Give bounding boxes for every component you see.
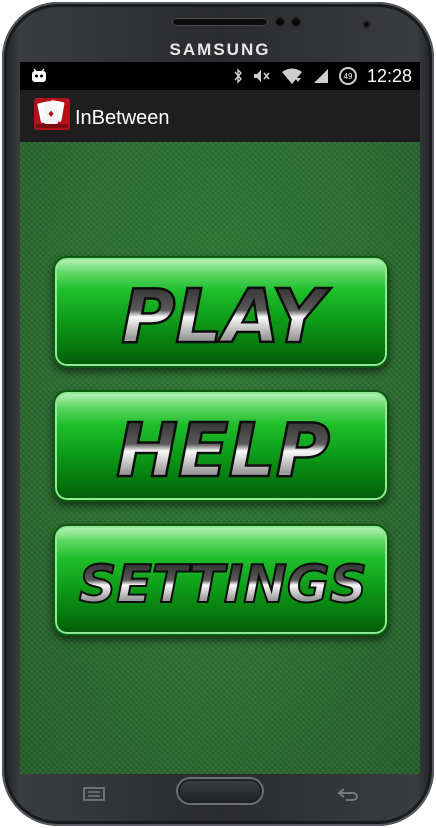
front-sensor	[290, 16, 302, 28]
status-clock: 12:28	[366, 65, 412, 86]
earpiece-speaker	[172, 18, 268, 26]
app-title: InBetween	[75, 107, 170, 129]
signal-icon	[313, 69, 328, 83]
front-sensor	[274, 16, 286, 28]
play-button-art: PLAY	[120, 273, 333, 362]
front-camera	[362, 20, 371, 29]
play-label: PLAY	[121, 274, 331, 360]
device-brand: SAMSUNG	[169, 40, 271, 59]
felt-background: PLAY HELP SETTINGS	[20, 142, 420, 774]
wifi-icon	[281, 68, 302, 84]
help-button-art: HELP	[115, 407, 331, 496]
help-button[interactable]: HELP	[53, 390, 389, 502]
status-bar: 49 12:28	[20, 62, 420, 90]
android-debug-icon	[32, 68, 46, 82]
back-arrow-icon[interactable]	[336, 786, 360, 802]
svg-text:♦: ♦	[47, 110, 55, 120]
settings-button[interactable]: SETTINGS	[53, 524, 389, 636]
mute-icon	[253, 70, 270, 82]
menu-key-icon[interactable]	[82, 786, 106, 802]
home-button[interactable]	[176, 777, 264, 805]
phone-frame: SAMSUNG 49 12:28 ♦ InBetween PLAY HELP S…	[2, 2, 434, 826]
playing-cards-icon[interactable]: ♦	[34, 98, 70, 130]
settings-label: SETTINGS	[79, 555, 367, 615]
help-label: HELP	[116, 408, 330, 494]
bluetooth-icon	[234, 68, 242, 84]
battery-icon: 49	[338, 67, 357, 85]
settings-button-art: SETTINGS	[78, 554, 368, 616]
screen: 49 12:28 ♦ InBetween PLAY HELP SETTINGS	[20, 62, 420, 774]
play-button[interactable]: PLAY	[53, 256, 389, 368]
battery-level: 49	[343, 71, 353, 81]
